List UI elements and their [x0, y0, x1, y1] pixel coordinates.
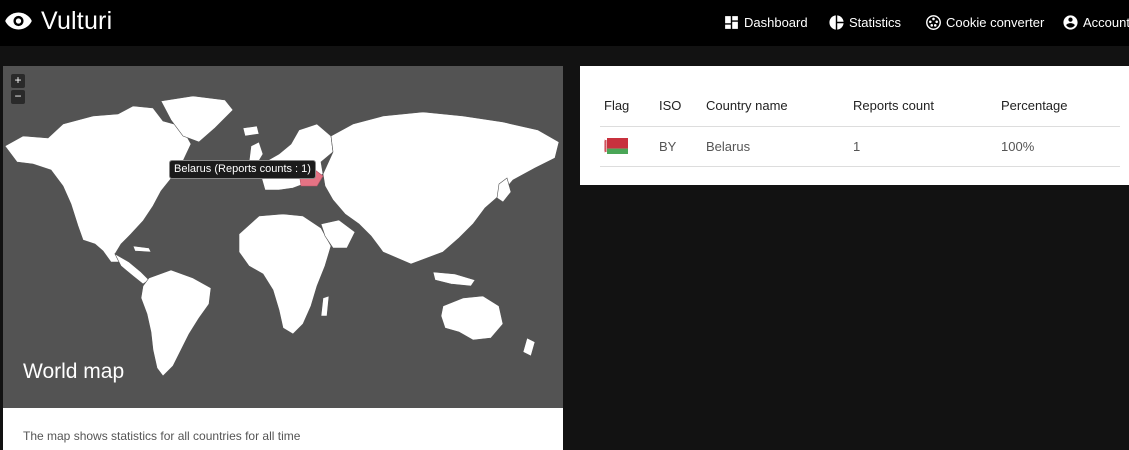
header-flag[interactable]: Flag: [600, 86, 655, 127]
map-tooltip: Belarus (Reports counts : 1): [169, 160, 316, 179]
country-stats-card: Flag ISO Country name Reports count Perc…: [580, 66, 1129, 185]
map-title: World map: [23, 360, 125, 383]
percentage-cell: 100%: [997, 126, 1120, 167]
header-country-name[interactable]: Country name: [702, 86, 849, 127]
flag-cell: [600, 126, 655, 167]
madagascar: [320, 295, 330, 317]
africa: [238, 213, 332, 335]
header-iso[interactable]: ISO: [655, 86, 702, 127]
central-america: [114, 253, 150, 285]
app-title: Vulturi: [41, 6, 113, 35]
reports-cell: 1: [849, 126, 997, 167]
nav-cookie-converter-label: Cookie converter: [946, 14, 1045, 30]
indonesia: [432, 271, 476, 287]
header-percentage[interactable]: Percentage: [997, 86, 1120, 127]
iceland: [242, 125, 260, 137]
belarus-flag-icon: [604, 138, 628, 154]
australia: [440, 295, 504, 341]
south-america: [140, 269, 212, 377]
country-cell: Belarus: [702, 126, 849, 167]
nav-account[interactable]: Account: [1062, 11, 1129, 33]
nav-dashboard[interactable]: Dashboard: [723, 11, 808, 33]
caribbean: [132, 245, 152, 253]
world-map[interactable]: [3, 66, 563, 408]
eye-icon: [5, 12, 32, 30]
account-circle-icon: [1063, 14, 1078, 30]
cookie-icon: [926, 14, 941, 30]
brand[interactable]: Vulturi: [4, 4, 112, 38]
nav-statistics[interactable]: Statistics: [828, 11, 901, 33]
north-america: [4, 105, 192, 263]
iso-cell: BY: [655, 126, 702, 167]
country-stats-table: Flag ISO Country name Reports count Perc…: [600, 86, 1120, 167]
nav-account-label: Account: [1083, 14, 1129, 30]
table-row[interactable]: BY Belarus 1 100%: [600, 126, 1120, 167]
world-map-card: + − Belarus (Reports counts : 1) World m…: [3, 66, 563, 408]
nav-statistics-label: Statistics: [849, 14, 902, 30]
asia: [322, 111, 560, 265]
dashboard-icon: [725, 15, 738, 29]
table-header-row: Flag ISO Country name Reports count Perc…: [600, 86, 1120, 127]
nav-cookie-converter[interactable]: Cookie converter: [925, 11, 1044, 33]
map-description: The map shows statistics for all countri…: [23, 429, 301, 443]
top-navbar: Vulturi Dashboard Statistics Cookie conv…: [0, 0, 1129, 46]
new-zealand: [522, 337, 536, 357]
pie-chart-icon: [829, 14, 844, 30]
zoom-out-button[interactable]: −: [11, 90, 25, 104]
zoom-in-button[interactable]: +: [11, 74, 25, 88]
europe: [260, 123, 334, 191]
map-footer: The map shows statistics for all countri…: [3, 408, 563, 450]
header-reports-count[interactable]: Reports count: [849, 86, 997, 127]
nav-dashboard-label: Dashboard: [744, 14, 808, 30]
